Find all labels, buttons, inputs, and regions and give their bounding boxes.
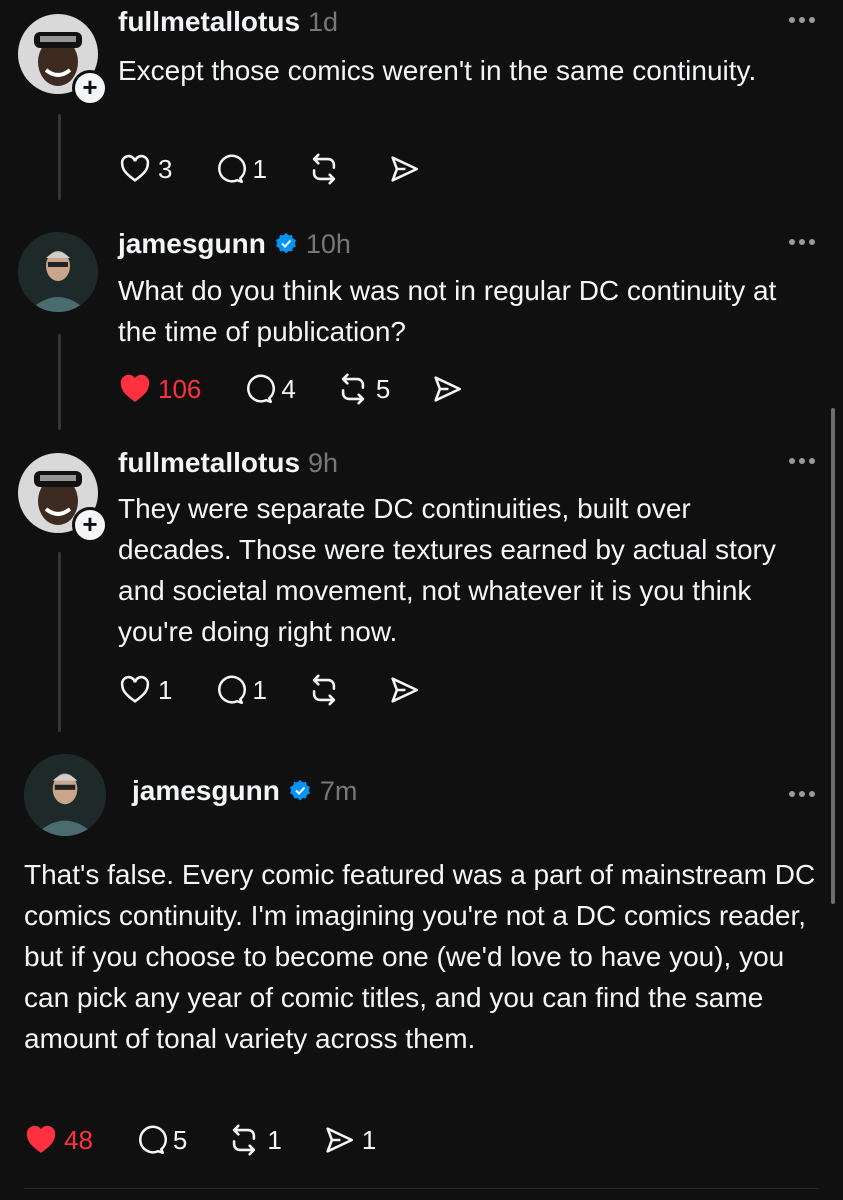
post-header: fullmetallotus 1d [118,2,338,42]
repost-icon [233,1124,256,1156]
comment-icon [218,675,247,705]
focused-post: jamesgunn 7m That's false. Every comic f… [0,750,843,1190]
verified-badge-icon [275,233,296,254]
share-button[interactable] [387,673,427,707]
post-actions: 1 1 [118,673,467,707]
post-header: jamesgunn 7m [132,771,357,811]
thread-post: + fullmetallotus 1d Except those comics … [0,0,843,200]
more-options-icon[interactable] [787,447,817,470]
reply-count: 4 [281,373,296,404]
heart-icon [26,1125,56,1153]
thread-post: jamesgunn 10h What do you think was not … [0,222,843,422]
share-button[interactable]: 1 [322,1123,376,1157]
send-icon [434,376,462,402]
repost-icon [341,373,365,405]
repost-button[interactable]: 5 [336,372,390,406]
send-icon [326,1127,353,1153]
reply-button[interactable]: 1 [212,152,267,186]
username[interactable]: fullmetallotus [118,6,300,38]
post-actions: 106 4 5 [118,372,510,406]
reply-button[interactable]: 4 [241,372,296,406]
comment-icon [138,1125,167,1155]
reply-count: 1 [252,153,267,184]
verified-badge-icon [289,780,310,801]
heart-icon [120,675,150,703]
post-actions: 48 5 1 1 [24,1123,416,1157]
repost-button[interactable] [307,673,347,707]
follow-plus-icon[interactable]: + [72,507,108,543]
send-icon [391,156,418,182]
username[interactable]: jamesgunn [118,228,266,260]
send-icon [391,677,418,703]
repost-button[interactable]: 1 [227,1123,282,1157]
timestamp: 10h [305,228,351,259]
post-text: Except those comics weren't in the same … [118,55,757,86]
repost-icon [312,674,336,706]
post-header: jamesgunn 10h [118,224,351,264]
post-header: fullmetallotus 9h [118,443,338,483]
timestamp: 1d [308,6,339,37]
comment-icon [218,154,247,184]
post-text: They were separate DC continuities, buil… [118,493,776,647]
heart-icon [120,374,150,402]
share-count: 1 [361,1124,377,1155]
like-button[interactable]: 106 [118,372,201,406]
like-count: 3 [158,153,173,184]
like-button[interactable]: 48 [24,1123,93,1157]
heart-icon [120,154,150,182]
share-button[interactable] [387,152,427,186]
comment-icon [247,374,276,404]
reply-count: 5 [172,1124,188,1155]
reply-count: 1 [252,674,267,705]
more-options-icon[interactable] [787,780,817,803]
like-count: 1 [158,674,173,705]
avatar[interactable] [24,754,106,836]
repost-button[interactable] [307,152,347,186]
repost-count: 5 [375,373,391,404]
avatar-image [18,232,98,312]
post-text: That's false. Every comic featured was a… [24,859,816,1054]
thread-post: + fullmetallotus 9h They were separate D… [0,441,843,741]
timestamp: 9h [308,447,339,478]
avatar-image [24,754,106,836]
username[interactable]: jamesgunn [132,775,280,807]
like-count: 48 [64,1124,93,1155]
post-text: What do you think was not in regular DC … [118,275,777,347]
more-options-icon[interactable] [787,228,817,251]
more-options-icon[interactable] [787,6,817,29]
avatar[interactable] [18,232,98,312]
timestamp: 7m [319,775,358,806]
like-count: 106 [158,373,202,404]
follow-plus-icon[interactable]: + [72,70,108,106]
share-button[interactable] [430,372,470,406]
divider [24,1188,819,1189]
repost-icon [312,153,336,185]
username[interactable]: fullmetallotus [118,447,300,479]
reply-button[interactable]: 1 [212,673,267,707]
scrollbar[interactable] [831,408,835,904]
like-button[interactable]: 3 [118,152,172,186]
repost-count: 1 [267,1124,282,1155]
post-actions: 3 1 [118,152,467,186]
like-button[interactable]: 1 [118,673,172,707]
reply-button[interactable]: 5 [133,1123,187,1157]
